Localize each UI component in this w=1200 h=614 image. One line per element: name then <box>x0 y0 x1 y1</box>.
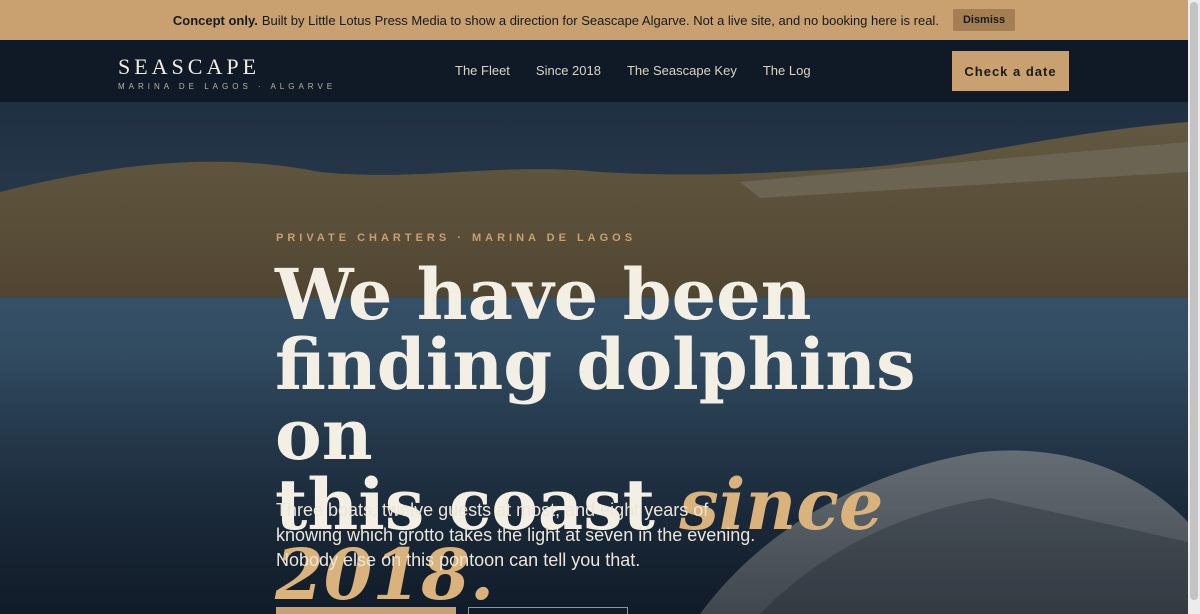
hero-eyebrow: PRIVATE CHARTERS · MARINA DE LAGOS <box>276 232 637 244</box>
nav-link-since-2018[interactable]: Since 2018 <box>536 63 601 78</box>
concept-banner: Concept only. Built by Little Lotus Pres… <box>0 0 1188 40</box>
banner-lead: Concept only. <box>172 12 258 28</box>
hero-section: PRIVATE CHARTERS · MARINA DE LAGOS We ha… <box>0 102 1188 614</box>
nav-link-fleet[interactable]: The Fleet <box>455 63 510 78</box>
headline-line-2: finding dolphins on <box>275 323 916 476</box>
page-scrollbar[interactable] <box>1188 0 1200 614</box>
nav-link-seascape-key[interactable]: The Seascape Key <box>627 63 737 78</box>
banner-message: Built by Little Lotus Press Media to sho… <box>261 12 939 28</box>
dismiss-button[interactable]: Dismiss <box>952 9 1016 31</box>
scrollbar-thumb[interactable] <box>1190 2 1198 600</box>
hero-lede: Three boats, twelve guests at most, and … <box>276 500 756 570</box>
main-nav: The Fleet Since 2018 The Seascape Key Th… <box>455 63 811 78</box>
hero-primary-button[interactable] <box>276 607 456 614</box>
brand-wordmark: SEASCAPE <box>118 54 261 79</box>
brand-tagline: MARINA DE LAGOS · ALGARVE <box>118 82 337 91</box>
hero-secondary-button[interactable] <box>468 607 628 614</box>
site-header: SEASCAPE MARINA DE LAGOS · ALGARVE The F… <box>0 40 1188 102</box>
check-date-button[interactable]: Check a date <box>952 51 1069 91</box>
nav-link-log[interactable]: The Log <box>763 63 811 78</box>
brand-logo[interactable]: SEASCAPE MARINA DE LAGOS · ALGARVE <box>118 54 336 91</box>
